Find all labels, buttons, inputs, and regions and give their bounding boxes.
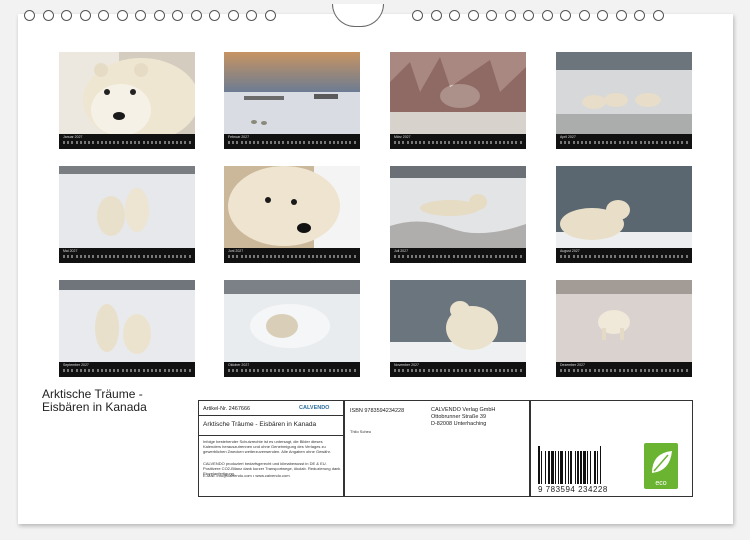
polar-bear-photo: [59, 52, 195, 134]
publisher-address: CALVENDO Verlag GmbH Ottobrunner Straße …: [431, 407, 496, 427]
binding-ring: [652, 10, 664, 21]
binding-ring: [246, 10, 257, 21]
binding-ring: [634, 10, 645, 21]
month-label: Februar 2027: [228, 135, 250, 139]
month-thumbnail[interactable]: Dezember 2027: [556, 280, 692, 377]
binding-ring: [560, 10, 571, 21]
polar-bear-photo: [556, 166, 692, 248]
month-thumbnail[interactable]: Oktober 2027: [224, 280, 360, 377]
binding-ring: [209, 10, 220, 21]
polar-bear-photo: [556, 280, 692, 362]
binding-ring: [227, 10, 239, 21]
polar-bear-photo: [224, 280, 360, 362]
binding-ring: [264, 10, 276, 21]
polar-bear-photo: [390, 280, 526, 362]
binding-ring: [523, 10, 534, 21]
month-label: Oktober 2027: [228, 363, 250, 367]
binding-ring: [98, 10, 109, 21]
binding-ring: [190, 10, 202, 21]
month-thumbnail[interactable]: August 2027: [556, 166, 692, 263]
polar-bear-photo: [224, 52, 360, 134]
month-label: Mai 2027: [63, 249, 78, 253]
calendar-title: Arktische Träume - Eisbären in Kanada: [42, 387, 147, 414]
barcode-number: 9 783594 234228: [538, 485, 608, 494]
month-label: September 2027: [63, 363, 89, 367]
polar-bear-photo: [59, 166, 195, 248]
binding-ring: [42, 10, 54, 21]
binding-ring: [449, 10, 460, 21]
isbn: ISBN 9783594234228: [350, 408, 405, 414]
contact-text: E-Mail: info@calvendo.com • www.calvendo…: [203, 473, 290, 478]
article-number: Artikel-Nr. 2467666: [203, 406, 251, 412]
month-label: März 2027: [394, 135, 411, 139]
binding-ring: [430, 10, 442, 21]
legal-text: Infolge bestehender Schutzrechte ist es …: [203, 439, 331, 454]
binding-ring: [541, 10, 553, 21]
month-thumbnail[interactable]: Juli 2027: [390, 166, 526, 263]
binding-ring: [615, 10, 627, 21]
publisher-box: ISBN 9783594234228 Thilo Scheu CALVENDO …: [344, 400, 530, 497]
binding-ring: [79, 10, 91, 21]
month-label: Januar 2027: [63, 135, 83, 139]
polar-bear-photo: [390, 166, 526, 248]
calvendo-logo: CALVENDO: [299, 405, 330, 411]
author: Thilo Scheu: [350, 429, 372, 434]
month-thumbnail[interactable]: Mai 2027: [59, 166, 195, 263]
eco-label: eco: [644, 443, 678, 489]
month-thumbnail[interactable]: April 2027: [556, 52, 692, 149]
binding-ring: [116, 10, 128, 21]
polar-bear-photo: [59, 280, 195, 362]
month-label: Juli 2027: [394, 249, 409, 253]
binding-ring: [504, 10, 516, 21]
month-thumbnail[interactable]: Januar 2027: [59, 52, 195, 149]
binding-ring: [172, 10, 183, 21]
product-info-box: Artikel-Nr. 2467666 CALVENDO Arktische T…: [198, 400, 344, 497]
binding-ring: [412, 10, 423, 21]
product-title: Arktische Träume - Eisbären in Kanada: [203, 421, 317, 428]
month-thumbnail[interactable]: Juni 2027: [224, 166, 360, 263]
month-label: August 2027: [560, 249, 580, 253]
binding-ring: [24, 10, 35, 21]
binding-ring: [486, 10, 497, 21]
month-thumbnail[interactable]: November 2027: [390, 280, 526, 377]
binding-ring: [467, 10, 479, 21]
binding-ring: [153, 10, 165, 21]
binding-ring: [135, 10, 146, 21]
leaf-icon: [652, 451, 672, 473]
month-label: April 2027: [560, 135, 576, 139]
polar-bear-photo: [556, 52, 692, 134]
month-thumbnail[interactable]: Februar 2027: [224, 52, 360, 149]
binding-ring: [578, 10, 590, 21]
binding-ring: [597, 10, 608, 21]
polar-bear-photo: [390, 52, 526, 134]
binding-rings-left: [24, 10, 276, 24]
binding-rings-right: [412, 10, 664, 24]
binding-ring: [61, 10, 72, 21]
month-thumbnail[interactable]: März 2027: [390, 52, 526, 149]
isbn-barcode: [538, 446, 628, 484]
month-label: Juni 2027: [228, 249, 244, 253]
month-label: Dezember 2027: [560, 363, 585, 367]
month-label: November 2027: [394, 363, 419, 367]
month-thumbnail[interactable]: September 2027: [59, 280, 195, 377]
polar-bear-photo: [224, 166, 360, 248]
